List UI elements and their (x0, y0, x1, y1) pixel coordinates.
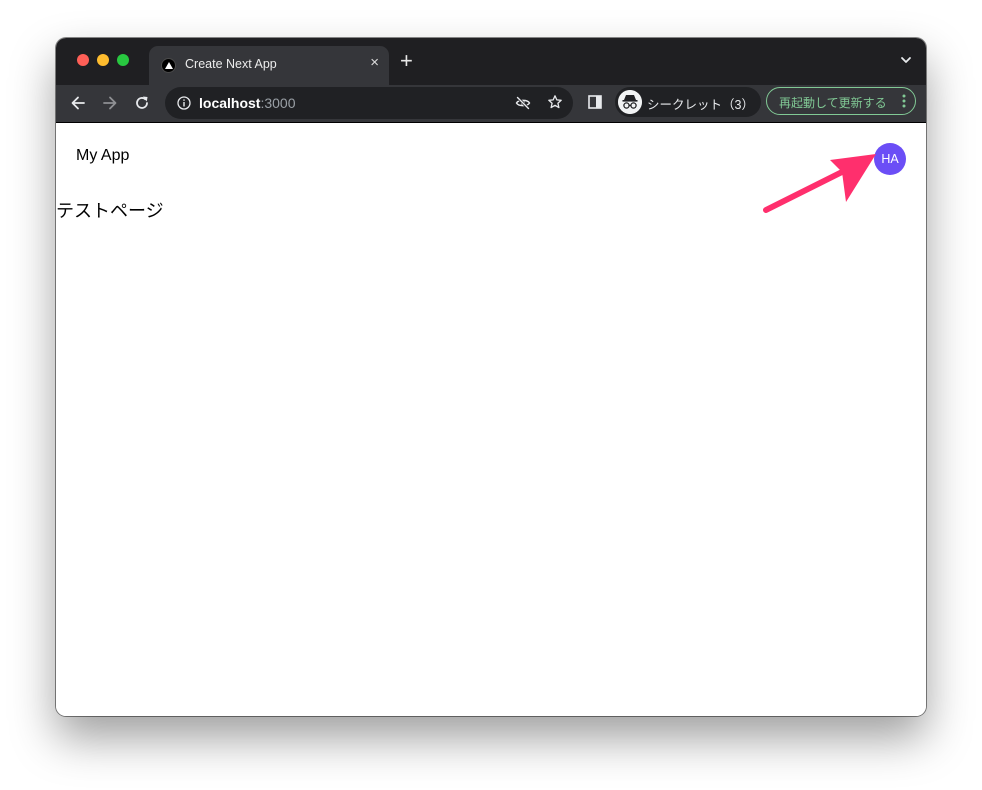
site-info-icon[interactable] (177, 96, 191, 110)
incognito-label: シークレット（3） (647, 98, 754, 112)
url-host: localhost (199, 95, 261, 111)
tab-strip: Create Next App × + (56, 38, 926, 85)
incognito-icon (618, 90, 642, 114)
tab-title: Create Next App (185, 57, 277, 71)
address-bar[interactable]: localhost:3000 (165, 87, 573, 119)
minimize-window-button[interactable] (97, 54, 109, 66)
forward-arrow-icon[interactable] (101, 94, 119, 112)
new-tab-button[interactable]: + (400, 50, 413, 72)
tab-close-icon[interactable]: × (370, 55, 379, 71)
close-window-button[interactable] (77, 54, 89, 66)
url-text: localhost:3000 (199, 95, 296, 111)
incognito-profile-button[interactable]: シークレット（3） (615, 87, 761, 117)
side-panel-icon[interactable] (588, 95, 602, 109)
reload-icon[interactable] (133, 94, 151, 112)
page-heading: テストページ (56, 201, 164, 221)
nextjs-favicon-icon (161, 58, 176, 73)
tab-search-chevron-icon[interactable] (900, 54, 912, 66)
annotation-arrow-icon (763, 154, 876, 213)
tab-create-next-app[interactable]: Create Next App × (149, 46, 389, 85)
bookmark-star-icon[interactable] (547, 94, 563, 110)
back-arrow-icon[interactable] (69, 94, 87, 112)
maximize-window-button[interactable] (117, 54, 129, 66)
browser-toolbar: localhost:3000 シークレット（3） 再起動して更新する (56, 85, 926, 123)
url-port: :3000 (260, 95, 296, 111)
app-name[interactable]: My App (76, 147, 129, 165)
third-party-cookies-blocked-eye-icon[interactable] (515, 95, 531, 111)
browser-window: Create Next App × + localhost:3000 シークレッ… (56, 38, 926, 716)
relaunch-label: 再起動して更新する (779, 96, 887, 110)
relaunch-to-update-button[interactable]: 再起動して更新する (766, 87, 916, 115)
kebab-menu-icon[interactable] (902, 94, 906, 108)
